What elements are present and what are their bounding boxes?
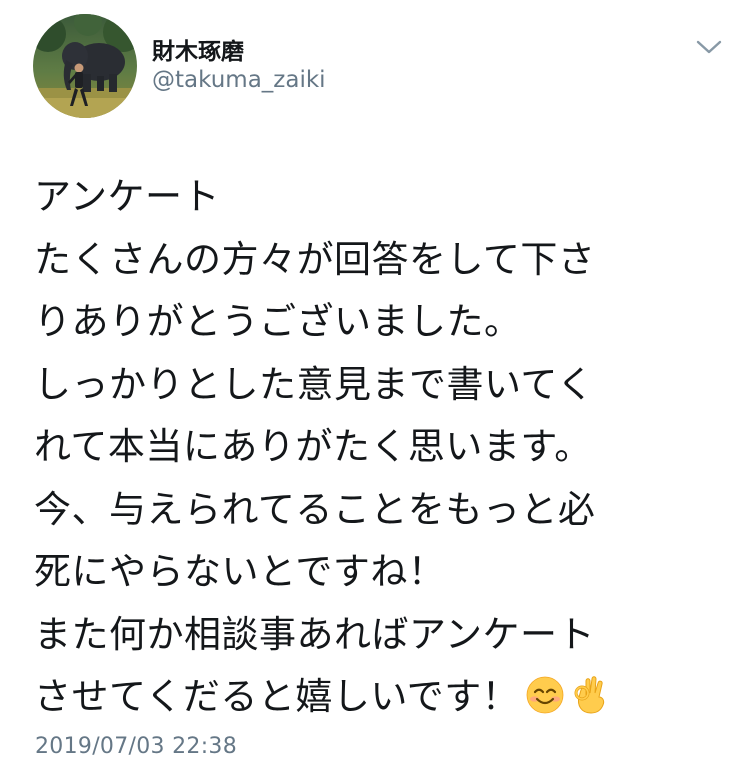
avatar[interactable]	[33, 14, 137, 118]
chevron-down-icon[interactable]	[694, 36, 724, 58]
tweet-text-line: たくさんの方々が回答をして下さ	[34, 237, 596, 281]
tweet-text-line-last: させてくだると嬉しいです！	[34, 666, 724, 735]
tweet: 財木琢磨 @takuma_zaiki アンケート たくさんの方々が回答をして下さ…	[0, 0, 735, 775]
avatar-photo	[33, 14, 137, 118]
tweet-text-line: また何か相談事あればアンケート	[34, 612, 596, 656]
display-name[interactable]: 財木琢磨	[152, 32, 244, 66]
smiling-face-emoji	[525, 672, 565, 735]
tweet-text-line: アンケート	[34, 175, 221, 218]
tweet-text-line: しっかりとした意見まで書いてく	[34, 362, 595, 406]
user-handle[interactable]: @takuma_zaiki	[152, 67, 326, 93]
tweet-text-line-content: させてくだると嬉しいです！	[34, 675, 520, 718]
ok-hand-emoji	[571, 672, 611, 735]
tweet-text-line: 今、与えられてることをもっと必	[34, 487, 596, 531]
tweet-text-line: れて本当にありがたく思います。	[34, 425, 592, 468]
tweet-text-line: りありがとうございました。	[34, 300, 522, 343]
tweet-text-line: 死にやらないとですね！	[34, 550, 446, 593]
timestamp[interactable]: 2019/07/03 22:38	[35, 734, 237, 759]
tweet-text: アンケート たくさんの方々が回答をして下さ りありがとうございました。 しっかり…	[34, 166, 724, 735]
